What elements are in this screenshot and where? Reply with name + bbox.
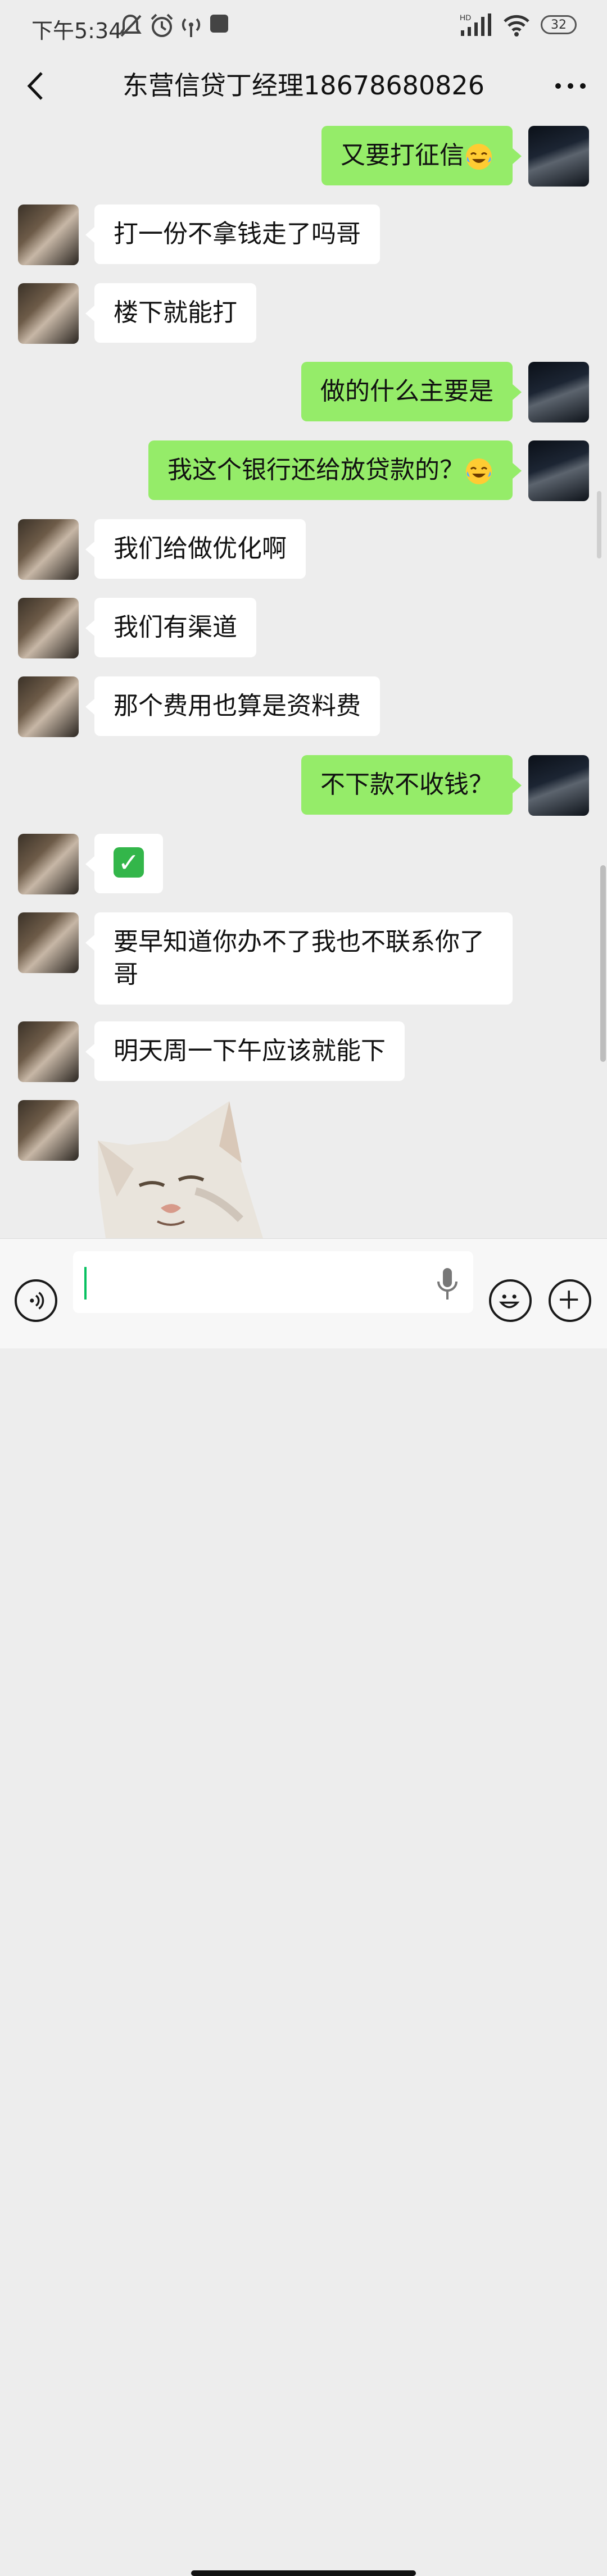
more-options-icon[interactable] <box>551 66 590 106</box>
message-bubble-incoming[interactable]: 那个费用也算是资料费 <box>85 676 380 736</box>
home-indicator[interactable] <box>191 2570 416 2576</box>
message-bubble-incoming[interactable]: 我们给做优化啊 <box>85 519 306 579</box>
contact-avatar[interactable] <box>18 834 79 894</box>
status-time: 下午5:34 <box>31 19 123 43</box>
message-bubble-outgoing[interactable]: 又要打征信 <box>321 126 522 185</box>
message-text: 我这个银行还给放贷款的？ <box>167 456 464 484</box>
laughing-crying-emoji <box>466 144 492 170</box>
contact-avatar[interactable] <box>18 519 79 580</box>
message-bubble-incoming[interactable]: 明天周一下午应该就能下 <box>85 1021 405 1081</box>
signal-icon: HD <box>460 13 491 36</box>
my-avatar[interactable] <box>528 362 589 422</box>
hotspot-icon <box>182 18 201 37</box>
message-bubble-incoming[interactable]: ✓ <box>85 834 163 893</box>
message-text: 那个费用也算是资料费 <box>114 692 361 720</box>
battery-indicator: 32 <box>541 15 577 34</box>
message-text: 不下款不收钱？ <box>320 770 493 799</box>
alarm-icon <box>151 13 173 37</box>
message-text: 做的什么主要是 <box>320 377 493 406</box>
scroll-indicator[interactable] <box>597 491 601 558</box>
message-bubble-incoming[interactable]: 打一份不拿钱走了吗哥 <box>85 205 380 264</box>
message-text: 要早知道你办不了我也不联系你了哥 <box>114 928 484 989</box>
my-avatar[interactable] <box>528 755 589 816</box>
message-text: 明天周一下午应该就能下 <box>114 1037 386 1065</box>
more-functions-plus-icon[interactable] <box>549 1279 591 1322</box>
message-text: 楼下就能打 <box>114 298 237 327</box>
voice-mode-icon[interactable] <box>15 1279 57 1322</box>
contact-avatar[interactable] <box>18 598 79 658</box>
cat-sticker[interactable] <box>94 1101 274 1238</box>
contact-avatar[interactable] <box>18 676 79 737</box>
status-bar: 下午5:34 HD 32 <box>0 0 607 54</box>
input-bar <box>0 1238 607 2576</box>
message-text: 打一份不拿钱走了吗哥 <box>114 220 361 248</box>
emoji-icon[interactable] <box>489 1279 532 1322</box>
message-text: 我们有渠道 <box>114 613 237 642</box>
contact-avatar[interactable] <box>18 912 79 973</box>
mute-notification-icon <box>119 14 142 37</box>
message-text: 又要打征信 <box>341 141 464 170</box>
message-bubble-incoming[interactable]: 我们有渠道 <box>85 598 256 657</box>
svg-text:HD: HD <box>460 13 471 22</box>
scroll-thumb[interactable] <box>600 865 606 1062</box>
message-bubble-outgoing[interactable]: 我这个银行还给放贷款的？ <box>148 440 522 500</box>
chat-title: 东营信贷丁经理18678680826 <box>123 70 484 101</box>
contact-avatar[interactable] <box>18 1021 79 1082</box>
contact-avatar[interactable] <box>18 1100 79 1161</box>
message-input[interactable] <box>73 1251 473 1313</box>
check-mark-emoji: ✓ <box>114 847 144 878</box>
my-avatar[interactable] <box>528 126 589 187</box>
text-caret <box>84 1267 87 1300</box>
wifi-icon <box>504 15 529 37</box>
message-text: 我们给做优化啊 <box>114 534 287 563</box>
laughing-crying-emoji <box>466 458 492 484</box>
chat-header: 东营信贷丁经理18678680826 <box>0 54 607 119</box>
microphone-icon[interactable] <box>436 1266 459 1302</box>
contact-avatar[interactable] <box>18 205 79 265</box>
message-bubble-outgoing[interactable]: 不下款不收钱？ <box>301 755 522 815</box>
message-bubble-incoming[interactable]: 楼下就能打 <box>85 283 256 343</box>
contact-avatar[interactable] <box>18 283 79 344</box>
message-bubble-outgoing[interactable]: 做的什么主要是 <box>301 362 522 421</box>
app-notification-icon <box>210 15 228 33</box>
my-avatar[interactable] <box>528 440 589 501</box>
message-bubble-incoming[interactable]: 要早知道你办不了我也不联系你了哥 <box>85 912 513 1005</box>
